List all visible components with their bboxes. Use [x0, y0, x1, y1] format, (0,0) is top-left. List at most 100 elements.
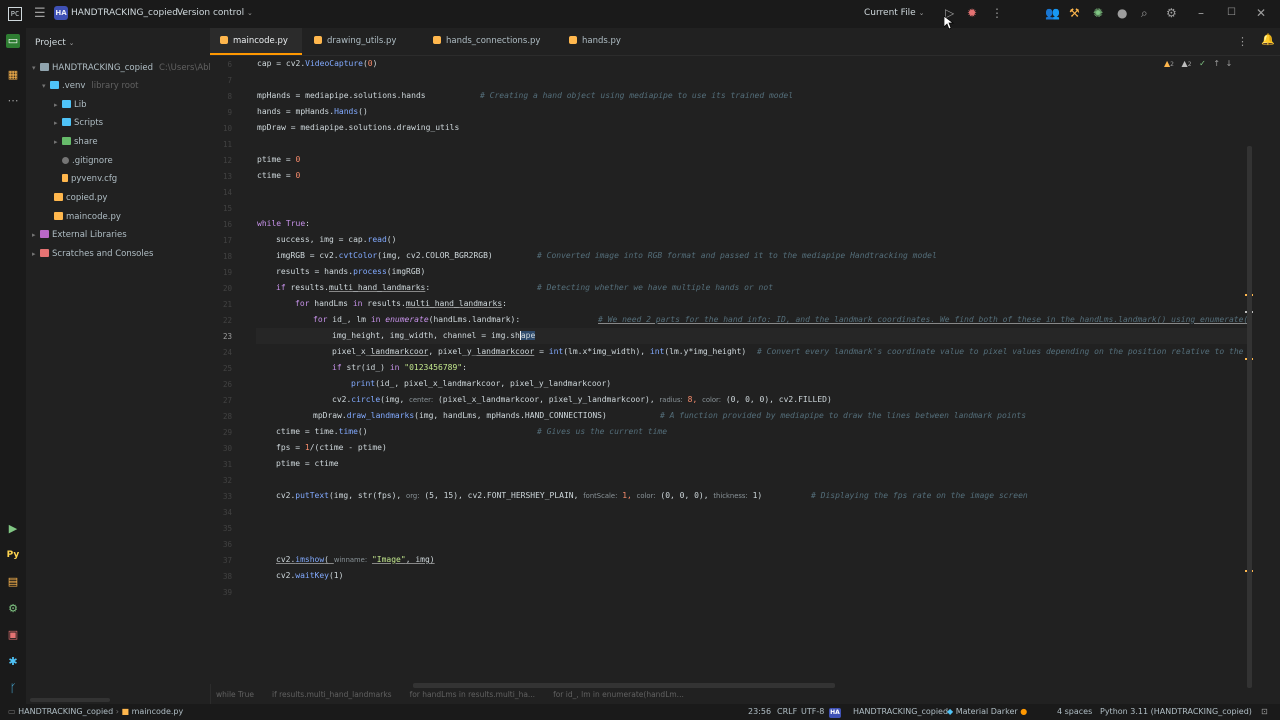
indent-settings[interactable]: 4 spaces [1057, 704, 1092, 720]
minimize-window-icon[interactable]: – [1198, 6, 1204, 20]
line-gutter[interactable]: 6 7 8 9 10 11 12 13 14 15 16 17 18 19 20 21 22 23 24 25 26 27… [210, 56, 256, 684]
python-packages-icon[interactable]: ▤ [6, 575, 20, 589]
code-editor[interactable]: cap = cv2.VideoCapture(0) mpHands = medi… [256, 56, 1250, 684]
code-line[interactable]: success, img = cap.read() [276, 232, 396, 248]
project-tool-icon[interactable]: ▭ [6, 34, 20, 48]
code-line[interactable]: mpDraw.draw_landmarks(img, handLms, mpHa… [313, 408, 607, 424]
line-number[interactable]: 21 [223, 300, 232, 309]
line-number[interactable]: 31 [223, 460, 232, 469]
line-number[interactable]: 19 [223, 268, 232, 277]
code-line[interactable]: hands = mpHands.Hands() [257, 104, 368, 120]
line-number[interactable]: 11 [223, 140, 232, 149]
line-number[interactable]: 34 [223, 508, 232, 517]
more-tools-icon[interactable]: ⋯ [6, 94, 20, 108]
error-stripe[interactable] [1245, 56, 1280, 684]
line-number[interactable]: 25 [223, 364, 232, 373]
code-line[interactable]: fps = 1/(ctime - ptime) [276, 440, 387, 456]
run-configuration-selector[interactable]: Current File ⌄ [864, 8, 924, 18]
vcs-menu[interactable]: Version control ⌄ [177, 8, 253, 18]
code-line[interactable]: ctime = time.time() [276, 424, 368, 440]
line-number[interactable]: 22 [223, 316, 232, 325]
tree-item-external-libraries[interactable]: ▸ External Libraries [32, 226, 127, 244]
code-line[interactable]: ptime = 0 [257, 152, 300, 168]
status-project-path[interactable]: ▭ HANDTRACKING_copied › ■ maincode.py [8, 704, 183, 720]
code-line[interactable]: mpHands = mediapipe.solutions.hands [257, 88, 426, 104]
line-number[interactable]: 24 [223, 348, 232, 357]
code-line[interactable]: mpDraw = mediapipe.solutions.drawing_uti… [257, 120, 459, 136]
status-project-widget[interactable]: HANDTRACKING_copied [853, 704, 948, 720]
line-number[interactable]: 12 [223, 156, 232, 165]
code-line[interactable]: cv2.circle(img, center: (pixel_x_landmar… [332, 392, 832, 408]
tree-item-maincode-py[interactable]: maincode.py [54, 208, 121, 226]
bookmarks-tool-icon[interactable]: ▦ [6, 68, 20, 82]
notifications-icon[interactable]: 🔔 [1261, 33, 1275, 46]
line-number[interactable]: 10 [223, 124, 232, 133]
code-line[interactable]: cv2.imshow( winname: "Image", img) [276, 552, 435, 568]
project-pane-scrollbar[interactable] [30, 698, 110, 702]
line-number[interactable]: 15 [223, 204, 232, 213]
project-pane-header[interactable]: Project ⌄ [35, 38, 75, 48]
line-number[interactable]: 14 [223, 188, 232, 197]
code-line[interactable]: print(id_, pixel_x_landmarkcoor, pixel_y… [351, 376, 611, 392]
build-tools-icon[interactable]: ⚒ [1069, 6, 1080, 20]
line-number[interactable]: 23 [223, 332, 232, 341]
project-badge-status[interactable]: HA [829, 707, 841, 718]
breadcrumb-item[interactable]: for id_, lm in enumerate(handLm... [553, 690, 684, 699]
code-line[interactable]: if str(id_) in "0123456789": [332, 360, 467, 376]
file-encoding[interactable]: UTF-8 [801, 704, 824, 720]
line-number[interactable]: 36 [223, 540, 232, 549]
code-line[interactable]: results = hands.process(imgRGB) [276, 264, 425, 280]
line-number[interactable]: 35 [223, 524, 232, 533]
code-line[interactable]: for id_, lm in enumerate(handLms.landmar… [313, 312, 520, 328]
search-icon[interactable]: ⌕ [1141, 6, 1148, 20]
tree-item-scratches[interactable]: ▸ Scratches and Consoles [32, 245, 153, 263]
theme-widget[interactable]: ◆ Material Darker ● [947, 704, 1027, 720]
tab-hands-py[interactable]: hands.py [569, 28, 621, 55]
plugin-status-icon[interactable]: ● [1117, 6, 1127, 20]
terminal-icon[interactable]: ▣ [6, 628, 20, 642]
close-window-icon[interactable]: ✕ [1256, 6, 1266, 20]
line-number[interactable]: 9 [227, 108, 232, 117]
memory-lock-icon[interactable]: ⊡ [1261, 704, 1268, 720]
python-console-icon[interactable]: Py [6, 548, 20, 562]
python-interpreter[interactable]: Python 3.11 (HANDTRACKING_copied) [1100, 704, 1252, 720]
code-line[interactable]: for handLms in results.multi_hand_landma… [295, 296, 507, 312]
breadcrumb-item[interactable]: if results.multi_hand_landmarks [272, 690, 392, 699]
line-number[interactable]: 33 [223, 492, 232, 501]
line-number[interactable]: 27 [223, 396, 232, 405]
line-separator[interactable]: CRLF [777, 704, 797, 720]
breadcrumb-item[interactable]: while True [216, 690, 254, 699]
tab-hands-connections-py[interactable]: hands_connections.py [433, 28, 540, 55]
code-line[interactable]: cap = cv2.VideoCapture(0) [257, 56, 377, 72]
code-line[interactable]: if results.multi_hand_landmarks: [276, 280, 430, 296]
tree-item-scripts[interactable]: ▸ Scripts [54, 114, 103, 132]
line-number[interactable]: 38 [223, 572, 232, 581]
maximize-window-icon[interactable]: ☐ [1227, 6, 1236, 20]
tab-drawing-utils-py[interactable]: drawing_utils.py [314, 28, 396, 55]
line-number[interactable]: 6 [227, 60, 232, 69]
git-icon[interactable]: ᚴ [6, 682, 20, 696]
code-line[interactable]: while True: [257, 216, 310, 232]
line-number[interactable]: 16 [223, 220, 232, 229]
run-tool-icon[interactable]: ▶ [6, 522, 20, 536]
tab-overflow-icon[interactable]: ⋮ [1237, 35, 1248, 48]
code-line[interactable]: pixel_x_landmarkcoor, pixel_y_landmarkco… [332, 344, 746, 360]
code-line[interactable]: imgRGB = cv2.cvtColor(img, cv2.COLOR_BGR… [276, 248, 493, 264]
settings-icon[interactable]: ⚙ [1166, 6, 1177, 20]
tree-item-lib[interactable]: ▸ Lib [54, 96, 87, 114]
tree-item-share[interactable]: ▸ share [54, 133, 98, 151]
tree-item-pyvenv[interactable]: pyvenv.cfg [62, 170, 117, 188]
debug-icon[interactable]: ✹ [967, 6, 977, 20]
tree-root[interactable]: ▾ HANDTRACKING_copied C:\Users\Abh [32, 59, 214, 77]
line-number[interactable]: 17 [223, 236, 232, 245]
line-number[interactable]: 8 [227, 92, 232, 101]
line-number[interactable]: 20 [223, 284, 232, 293]
line-number[interactable]: 13 [223, 172, 232, 181]
tree-item-venv[interactable]: ▾ .venv library root [42, 77, 138, 95]
code-with-me-icon[interactable]: 👥 [1045, 6, 1060, 20]
vertical-scrollbar[interactable] [1247, 146, 1252, 688]
line-number[interactable]: 30 [223, 444, 232, 453]
line-number[interactable]: 26 [223, 380, 232, 389]
more-actions-icon[interactable]: ⋮ [991, 6, 1003, 20]
breadcrumb-item[interactable]: for handLms in results.multi_ha... [410, 690, 536, 699]
